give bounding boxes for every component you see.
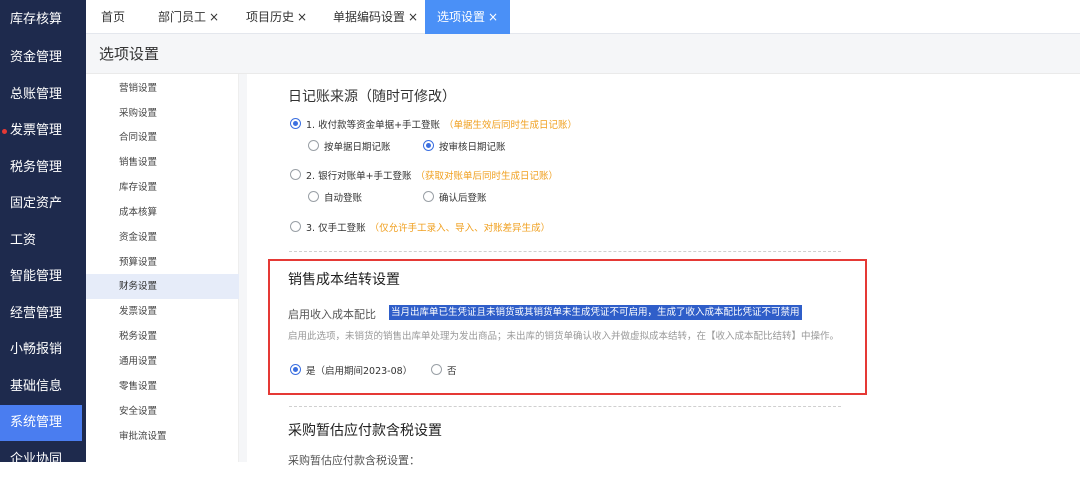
cost-match-no-radio[interactable] bbox=[431, 364, 442, 375]
nav-item-inventory-costing[interactable]: 库存核算 bbox=[0, 2, 86, 38]
submenu-item-marketing[interactable]: 营销设置 bbox=[86, 76, 239, 101]
cost-transfer-title: 销售成本结转设置 bbox=[288, 272, 400, 288]
journal-option-1-radio[interactable] bbox=[290, 118, 301, 129]
submenu-item-general[interactable]: 通用设置 bbox=[86, 349, 239, 374]
close-icon[interactable]: × bbox=[408, 10, 418, 24]
tab-label: 选项设置 bbox=[437, 10, 486, 24]
tab-label: 首页 bbox=[101, 10, 126, 24]
cost-match-yes-radio[interactable] bbox=[290, 364, 301, 375]
tab-label: 单据编码设置 bbox=[333, 10, 406, 24]
submenu-item-approval[interactable]: 审批流设置 bbox=[86, 424, 239, 449]
nav-item-reimbursement[interactable]: 小畅报销 bbox=[0, 332, 86, 368]
nav-item-label: 税务管理 bbox=[10, 160, 63, 175]
nav-item-label: 系统管理 bbox=[10, 415, 63, 430]
purchase-estimate-subtitle: 采购暂估应付款含税设置： bbox=[288, 454, 420, 467]
tab-option-settings[interactable]: 选项设置 × bbox=[425, 0, 511, 34]
nav-item-label: 企业协同 bbox=[10, 452, 63, 467]
submenu-item-costing[interactable]: 成本核算 bbox=[86, 200, 239, 225]
close-icon[interactable]: × bbox=[297, 10, 307, 24]
submenu-item-invoice[interactable]: 发票设置 bbox=[86, 299, 239, 324]
submenu-item-purchase[interactable]: 采购设置 bbox=[86, 101, 239, 126]
submenu-item-funds[interactable]: 资金设置 bbox=[86, 225, 239, 250]
auto-post-radio[interactable] bbox=[308, 191, 319, 202]
nav-item-tax[interactable]: 税务管理 bbox=[0, 150, 86, 186]
nav-item-label: 工资 bbox=[10, 233, 37, 248]
submenu-item-security[interactable]: 安全设置 bbox=[86, 399, 239, 424]
nav-item-payroll[interactable]: 工资 bbox=[0, 223, 86, 259]
option-hint: （单据生效后同时生成日记账） bbox=[444, 120, 578, 131]
page-title: 选项设置 bbox=[99, 45, 160, 63]
enable-cost-match-label: 启用收入成本配比 bbox=[288, 308, 376, 321]
nav-item-label: 小畅报销 bbox=[10, 342, 63, 357]
nav-item-general-ledger[interactable]: 总账管理 bbox=[0, 77, 86, 113]
nav-item-label: 基础信息 bbox=[10, 379, 63, 394]
submenu-item-budget[interactable]: 预算设置 bbox=[86, 250, 239, 275]
content-gutter bbox=[239, 74, 247, 462]
submenu-item-inventory[interactable]: 库存设置 bbox=[86, 175, 239, 200]
nav-item-system[interactable]: 系统管理 bbox=[0, 405, 82, 441]
submenu-item-retail[interactable]: 零售设置 bbox=[86, 374, 239, 399]
confirm-post-label[interactable]: 确认后登账 bbox=[439, 190, 487, 204]
submenu-item-tax[interactable]: 税务设置 bbox=[86, 324, 239, 349]
by-review-date-radio[interactable] bbox=[423, 140, 434, 151]
close-icon[interactable]: × bbox=[488, 10, 498, 24]
nav-item-basic-info[interactable]: 基础信息 bbox=[0, 369, 86, 405]
journal-option-2[interactable]: 2. 银行对账单+手工登账 （获取对账单后同时生成日记账） bbox=[306, 168, 558, 182]
selected-text: 当月出库单已生凭证且未销货或其销货单未生成凭证不可启用，生成了收入成本配比凭证不… bbox=[389, 305, 802, 320]
nav-item-operations[interactable]: 经营管理 bbox=[0, 296, 86, 332]
section-divider bbox=[289, 251, 841, 252]
journal-option-3-radio[interactable] bbox=[290, 221, 301, 232]
tab-label: 部门员工 bbox=[158, 10, 207, 24]
option-label: 2. 银行对账单+手工登账 bbox=[306, 171, 412, 182]
journal-option-3[interactable]: 3. 仅手工登账 （仅允许手工录入、导入、对账差异生成） bbox=[306, 220, 550, 234]
left-nav: 库存核算 资金管理 总账管理 发票管理 税务管理 固定资产 工资 智能管理 经营… bbox=[0, 0, 86, 467]
by-document-date-radio[interactable] bbox=[308, 140, 319, 151]
notification-dot bbox=[2, 129, 7, 134]
nav-item-label: 智能管理 bbox=[10, 269, 63, 284]
nav-item-label: 库存核算 bbox=[10, 12, 63, 27]
settings-submenu: 营销设置 采购设置 合同设置 销售设置 库存设置 成本核算 资金设置 预算设置 … bbox=[86, 74, 239, 462]
close-icon[interactable]: × bbox=[209, 10, 219, 24]
nav-item-invoices[interactable]: 发票管理 bbox=[0, 113, 86, 149]
auto-post-label[interactable]: 自动登账 bbox=[324, 190, 362, 204]
option-hint: （仅允许手工录入、导入、对账差异生成） bbox=[369, 223, 551, 234]
tab-bar: 首页 部门员工 × 项目历史 × 单据编码设置 × 选项设置 × bbox=[86, 0, 1080, 34]
tab-project-history[interactable]: 项目历史 × bbox=[246, 0, 307, 34]
nav-item-collaboration[interactable]: 企业协同 bbox=[0, 442, 86, 478]
by-document-date-label[interactable]: 按单据日期记账 bbox=[324, 139, 391, 153]
journal-option-2-radio[interactable] bbox=[290, 169, 301, 180]
option-hint: （获取对账单后同时生成日记账） bbox=[415, 171, 559, 182]
purchase-estimate-title: 采购暂估应付款含税设置 bbox=[288, 423, 442, 439]
journal-source-title: 日记账来源（随时可修改） bbox=[288, 89, 456, 105]
submenu-item-finance[interactable]: 财务设置 bbox=[86, 274, 239, 299]
nav-item-label: 总账管理 bbox=[10, 87, 63, 102]
nav-item-funds[interactable]: 资金管理 bbox=[0, 40, 86, 76]
page-header: 选项设置 bbox=[86, 34, 1080, 74]
option-label: 1. 收付款等资金单据+手工登账 bbox=[306, 120, 441, 131]
option-label: 3. 仅手工登账 bbox=[306, 223, 366, 234]
tab-document-coding[interactable]: 单据编码设置 × bbox=[333, 0, 418, 34]
nav-item-label: 固定资产 bbox=[10, 196, 63, 211]
tab-home[interactable]: 首页 bbox=[101, 0, 125, 34]
nav-item-label: 发票管理 bbox=[10, 123, 63, 138]
submenu-item-sales[interactable]: 销售设置 bbox=[86, 150, 239, 175]
nav-item-label: 资金管理 bbox=[10, 50, 63, 65]
nav-item-fixed-assets[interactable]: 固定资产 bbox=[0, 186, 86, 222]
cost-match-description: 启用此选项，未销货的销售出库单处理为发出商品；未出库的销货单确认收入并做虚拟成本… bbox=[288, 331, 840, 342]
nav-item-label: 经营管理 bbox=[10, 306, 63, 321]
confirm-post-radio[interactable] bbox=[423, 191, 434, 202]
cost-match-yes-label[interactable]: 是（启用期间2023-08） bbox=[306, 363, 412, 377]
tab-label: 项目历史 bbox=[246, 10, 295, 24]
submenu-item-contract[interactable]: 合同设置 bbox=[86, 125, 239, 150]
journal-option-1[interactable]: 1. 收付款等资金单据+手工登账 （单据生效后同时生成日记账） bbox=[306, 117, 577, 131]
by-review-date-label[interactable]: 按审核日期记账 bbox=[439, 139, 506, 153]
cost-match-no-label[interactable]: 否 bbox=[447, 363, 457, 377]
tab-department-staff[interactable]: 部门员工 × bbox=[158, 0, 219, 34]
section-divider bbox=[289, 406, 841, 407]
nav-item-smart[interactable]: 智能管理 bbox=[0, 259, 86, 295]
settings-content: 日记账来源（随时可修改） 1. 收付款等资金单据+手工登账 （单据生效后同时生成日… bbox=[247, 74, 1080, 462]
